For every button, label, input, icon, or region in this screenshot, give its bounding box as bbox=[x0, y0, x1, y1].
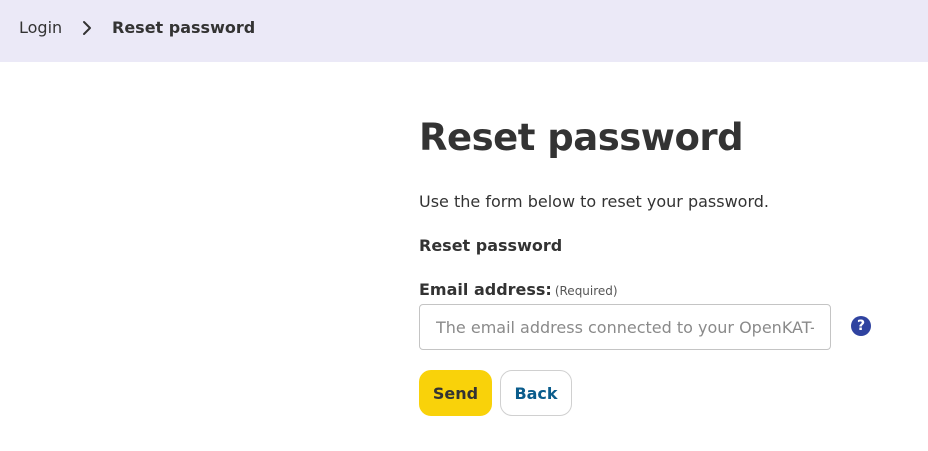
email-label: Email address: (Required) bbox=[419, 279, 618, 302]
question-mark-icon[interactable]: ? bbox=[851, 316, 871, 336]
page-intro: Use the form below to reset your passwor… bbox=[419, 192, 769, 211]
breadcrumb-current: Reset password bbox=[112, 18, 256, 37]
email-label-text: Email address: bbox=[419, 280, 552, 299]
chevron-right-icon bbox=[83, 21, 91, 35]
send-button[interactable]: Send bbox=[419, 370, 492, 416]
breadcrumb: Login Reset password bbox=[0, 0, 928, 62]
required-indicator: (Required) bbox=[554, 284, 618, 298]
email-field[interactable] bbox=[419, 304, 831, 350]
breadcrumb-login-link[interactable]: Login bbox=[19, 17, 62, 39]
back-button[interactable]: Back bbox=[500, 370, 572, 416]
form-heading: Reset password bbox=[419, 236, 563, 255]
page-title: Reset password bbox=[419, 116, 744, 159]
